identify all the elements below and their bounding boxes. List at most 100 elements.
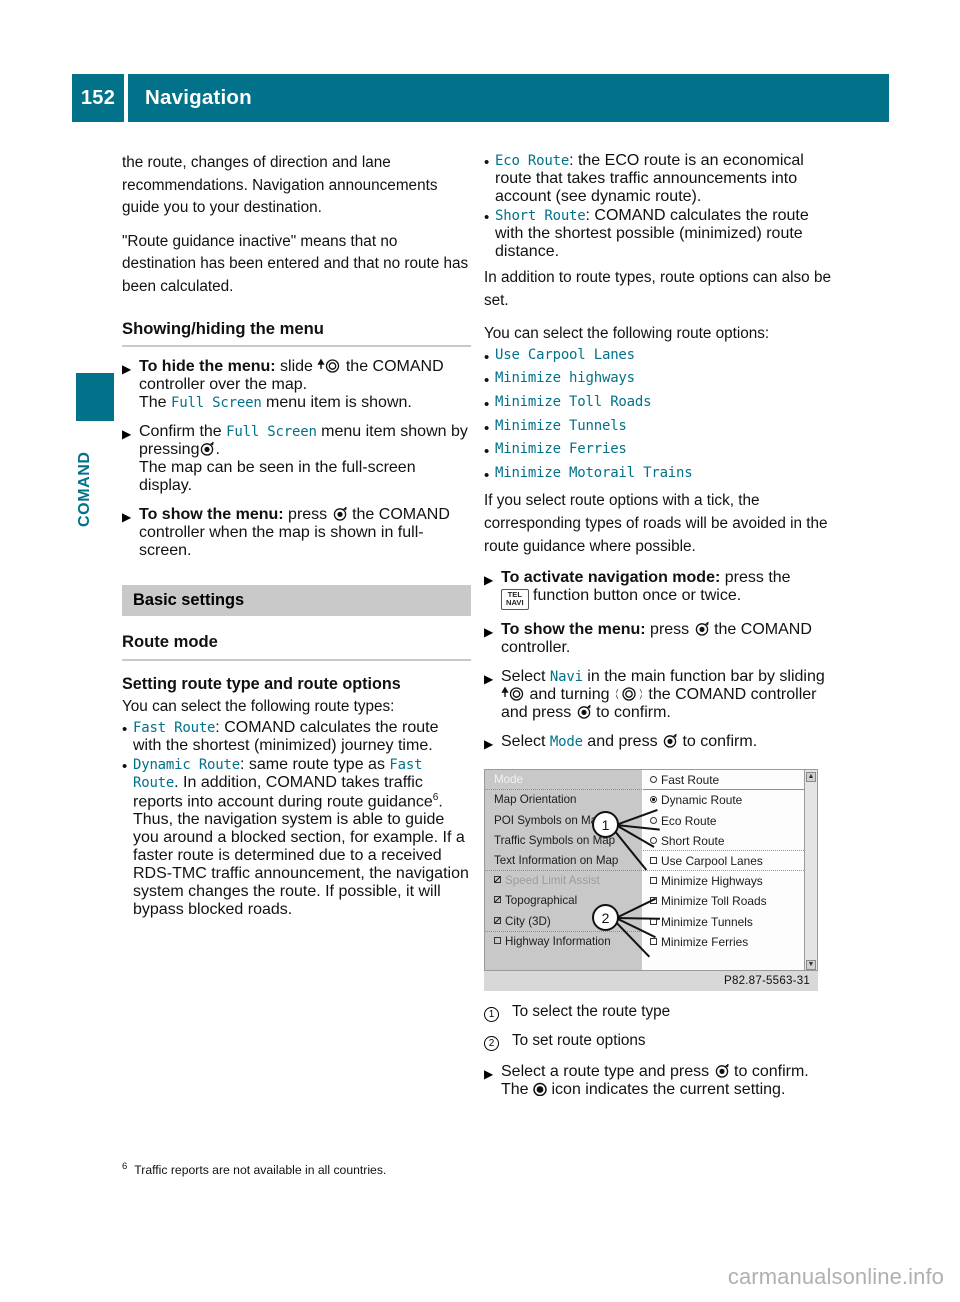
paragraph-select-route-types: You can select the following route types…: [122, 697, 395, 715]
comand-screen-scrollbar[interactable]: ▲ ▼: [804, 770, 817, 971]
route-option-minimize-ferries: Minimize Ferries: [495, 441, 627, 458]
step-arrow-icon: ▶: [484, 671, 494, 686]
bullet-dot-icon: •: [484, 466, 490, 484]
chapter-tab-marker: [76, 373, 114, 421]
chapter-tab-label: COMAND: [76, 451, 93, 527]
radio-empty-icon: [650, 776, 657, 784]
step-select-route-type-text-b: to confirm.: [734, 1063, 809, 1081]
route-option-item: • Minimize Ferries: [484, 441, 833, 464]
comand-press-icon: [714, 1063, 730, 1079]
step-show-menu: ▶ To show the menu: press the COMAND con…: [122, 506, 471, 560]
step-select-route-type-text-a: Select a route type and press: [501, 1063, 710, 1081]
scroll-down-icon[interactable]: ▼: [806, 960, 816, 971]
legend-text-1: To select the route type: [512, 1003, 671, 1021]
step-arrow-icon: ▶: [122, 426, 132, 441]
comand-press-icon: [199, 441, 215, 457]
route-option-item: • Minimize Motorail Trains: [484, 465, 833, 488]
step-activate-navigation-mode: ▶ To activate navigation mode: press the…: [484, 569, 833, 610]
step-arrow-icon: ▶: [484, 736, 494, 751]
comand-option-minimize-toll-roads[interactable]: Minimize Toll Roads: [643, 891, 804, 911]
step-select-mode-text-b: and press: [587, 732, 658, 750]
bullet-dot-icon: •: [484, 443, 490, 461]
route-option-item: • Minimize Tunnels: [484, 418, 833, 441]
comand-slide-up-icon: [317, 358, 341, 374]
comand-option-short-route[interactable]: Short Route: [643, 831, 804, 851]
legend-number-icon-1: 1: [484, 1007, 499, 1023]
bullet-dot-icon: •: [484, 395, 490, 413]
step-select-route-type-sub-a: The: [501, 1081, 529, 1099]
legend-text-2: To set route options: [512, 1031, 646, 1049]
footnote-text: Traffic reports are not available in all…: [134, 1163, 387, 1178]
bullet-short-route: • Short Route: COMAND calculates the rou…: [484, 207, 833, 261]
bullet-dot-icon: •: [484, 209, 490, 226]
radio-empty-icon: [650, 816, 657, 824]
step-arrow-icon: ▶: [122, 509, 132, 524]
heading-route-mode: Route mode: [122, 632, 471, 661]
comand-option-dynamic-route[interactable]: Dynamic Route: [643, 790, 804, 810]
checkbox-checked-icon: [494, 896, 501, 904]
footnote-number: 6: [122, 1161, 128, 1172]
comand-menu-map-orientation[interactable]: Map Orientation: [485, 790, 642, 810]
bullet-dot-icon: •: [484, 154, 490, 171]
checkbox-checked-icon: [494, 876, 501, 884]
route-option-use-carpool-lanes: Use Carpool Lanes: [495, 346, 635, 363]
bullet-dot-icon: •: [122, 721, 128, 739]
step-confirm-text-a: Confirm the: [139, 422, 222, 440]
comand-screen-figure: Mode Map Orientation POI Symbols on Map …: [484, 769, 818, 992]
figure-legend: 1 To select the route type 2 To set rout…: [484, 1001, 833, 1052]
scroll-up-icon[interactable]: ▲: [806, 772, 816, 783]
step-select-mode: ▶ Select Mode and press to confirm.: [484, 733, 833, 756]
page-footnote: 6 Traffic reports are not available in al…: [122, 1158, 542, 1179]
filled-dot-icon: [533, 1082, 547, 1097]
comand-option-eco-route[interactable]: Eco Route: [643, 811, 804, 831]
step-show-menu-bold: To show the menu:: [139, 505, 284, 523]
paragraph-tick-explanation: If you select route options with a tick,…: [484, 492, 828, 555]
paragraph-route-options-addition: In addition to route types, route option…: [484, 269, 831, 309]
bullet-dot-icon: •: [484, 372, 490, 390]
step-arrow-icon: ▶: [484, 573, 494, 588]
tel-navi-line-2: NAVI: [506, 598, 524, 608]
site-watermark: carmanualsonline.info: [727, 1264, 944, 1289]
checkbox-checked-icon: [494, 916, 501, 924]
step-arrow-icon: ▶: [122, 361, 132, 376]
route-type-short-route: Short Route: [495, 208, 586, 224]
comand-option-minimize-tunnels[interactable]: Minimize Tunnels: [643, 912, 804, 932]
comand-menu-highway-information[interactable]: Highway Information: [485, 932, 642, 952]
subheading-setting-route-type: Setting route type and route options: [122, 674, 401, 693]
bullet-dot-icon: •: [484, 348, 490, 366]
route-option-item: • Use Carpool Lanes: [484, 347, 833, 370]
comand-option-use-carpool-lanes[interactable]: Use Carpool Lanes: [643, 851, 804, 872]
bullet-dynamic-route-text-c: . Thus, the navigation system is able to…: [133, 793, 469, 919]
comand-menu-topographical[interactable]: Topographical: [485, 891, 642, 911]
step-hide-menu-sub-b: menu item is shown.: [266, 393, 412, 411]
comand-menu-title-mode[interactable]: Mode: [485, 770, 642, 791]
legend-number-icon-2: 2: [484, 1035, 499, 1051]
step-hide-menu-text-a: slide: [280, 357, 313, 375]
legend-item-2: 2 To set route options: [484, 1030, 833, 1053]
route-option-minimize-toll-roads: Minimize Toll Roads: [495, 393, 652, 410]
comand-option-fast-route[interactable]: Fast Route: [643, 770, 804, 791]
comand-turn-icon: [614, 686, 644, 702]
checkbox-empty-icon: [650, 937, 657, 945]
paragraph-route-intro: the route, changes of direction and lane…: [122, 154, 438, 217]
comand-menu-left-panel: Mode Map Orientation POI Symbols on Map …: [485, 770, 642, 971]
comand-menu-right-panel: Fast Route Dynamic Route Eco Route Short…: [643, 770, 804, 971]
step-select-navi-text-c: and turning: [529, 685, 610, 703]
legend-item-1: 1 To select the route type: [484, 1001, 833, 1024]
comand-menu-text-information[interactable]: Text Information on Map: [485, 851, 642, 872]
bullet-dot-icon: •: [484, 419, 490, 437]
comand-option-minimize-highways[interactable]: Minimize Highways: [643, 871, 804, 891]
menu-item-full-screen: Full Screen: [226, 423, 317, 440]
menu-item-navi: Navi: [549, 668, 583, 685]
comand-screen: Mode Map Orientation POI Symbols on Map …: [484, 769, 818, 972]
step-select-navi-text-b: in the main function bar by sliding: [587, 667, 825, 685]
comand-option-minimize-ferries[interactable]: Minimize Ferries: [643, 932, 804, 952]
step-show-menu-right-text-a: press: [650, 620, 690, 638]
comand-press-icon: [662, 733, 678, 749]
menu-item-full-screen: Full Screen: [171, 394, 262, 411]
step-select-navi: ▶ Select Navi in the main function bar b…: [484, 668, 833, 722]
step-confirm-sub: The map can be seen in the full-screen d…: [139, 458, 416, 494]
page-number: 152: [72, 74, 124, 122]
step-hide-menu-sub-a: The: [139, 393, 167, 411]
route-option-item: • Minimize Toll Roads: [484, 394, 833, 417]
